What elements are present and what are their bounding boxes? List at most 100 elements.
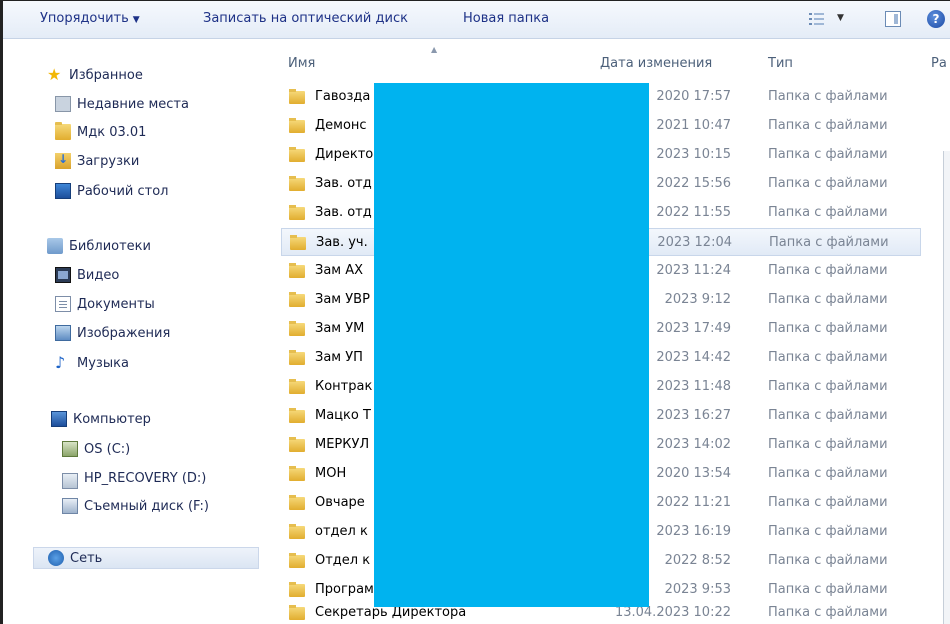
file-type: Папка с файлами xyxy=(768,582,888,597)
removable-drive-icon xyxy=(62,498,78,514)
folder-icon xyxy=(289,350,305,365)
new-folder-button[interactable]: Новая папка xyxy=(463,11,549,26)
burn-disc-button[interactable]: Записать на оптический диск xyxy=(203,11,408,26)
file-type: Папка с файлами xyxy=(768,524,888,539)
file-name: Гавозда xyxy=(315,89,371,104)
file-type: Папка с файлами xyxy=(768,176,888,191)
nav-computer-label: Компьютер xyxy=(73,411,151,427)
folder-icon xyxy=(289,495,305,510)
file-type: Папка с файлами xyxy=(768,553,888,568)
file-date: 13.04.2023 10:22 xyxy=(614,605,731,620)
file-name: Зав. отд xyxy=(315,176,372,191)
help-icon[interactable]: ? xyxy=(927,10,945,28)
computer-icon xyxy=(51,411,67,427)
video-icon xyxy=(55,267,71,283)
organize-button[interactable]: Упорядочить ▼ xyxy=(40,11,140,26)
folder-icon xyxy=(289,176,305,191)
nav-item-label: Музыка xyxy=(77,355,129,371)
view-options-icon[interactable] xyxy=(809,12,825,26)
nav-item-recent-places[interactable]: Недавние места xyxy=(55,93,189,115)
folder-icon xyxy=(289,147,305,162)
file-name: Овчаре xyxy=(315,495,365,510)
folder-icon xyxy=(55,122,71,140)
nav-libraries[interactable]: Библиотеки xyxy=(47,235,151,257)
file-type: Папка с файлами xyxy=(768,263,888,278)
file-type: Папка с файлами xyxy=(768,408,888,423)
file-type: Папка с файлами xyxy=(768,437,888,452)
file-type: Папка с файлами xyxy=(768,605,888,620)
column-header-date[interactable]: Дата изменения xyxy=(600,56,712,71)
nav-item-label: HP_RECOVERY (D:) xyxy=(84,470,207,486)
nav-item-label: Мдк 03.01 xyxy=(77,124,147,140)
os-drive-icon xyxy=(62,441,78,457)
folder-icon xyxy=(289,89,305,104)
folder-icon xyxy=(289,553,305,568)
file-name: Секретарь Директора xyxy=(315,605,467,620)
network-icon xyxy=(48,550,64,566)
desktop-icon xyxy=(55,183,71,199)
folder-icon xyxy=(289,437,305,452)
nav-item-removable-drive[interactable]: Съемный диск (F:) xyxy=(62,495,209,517)
documents-icon xyxy=(55,296,71,312)
nav-favorites[interactable]: ★ Избранное xyxy=(47,64,143,86)
nav-item-label: Рабочий стол xyxy=(77,183,169,199)
column-header-type[interactable]: Тип xyxy=(768,56,793,71)
organize-dropdown-icon: ▼ xyxy=(132,15,140,25)
nav-computer[interactable]: Компьютер xyxy=(51,408,151,430)
file-name: Демонс xyxy=(315,118,367,133)
nav-item-music[interactable]: ♪ Музыка xyxy=(55,352,129,374)
organize-label: Упорядочить xyxy=(40,11,129,26)
nav-item-documents[interactable]: Документы xyxy=(55,293,155,315)
nav-item-label: OS (C:) xyxy=(84,441,131,457)
navigation-pane: ★ Избранное Недавние места Мдк 03.01 Заг… xyxy=(3,39,261,624)
folder-icon xyxy=(289,263,305,278)
file-name: Зам АХ xyxy=(315,263,364,278)
folder-icon xyxy=(289,524,305,539)
folder-icon xyxy=(289,605,305,620)
file-type: Папка с файлами xyxy=(768,466,888,481)
file-type: Папка с файлами xyxy=(768,89,888,104)
nav-item-label: Видео xyxy=(77,267,120,283)
vertical-scrollbar[interactable] xyxy=(943,151,950,624)
file-name: Отдел к xyxy=(315,553,371,568)
view-dropdown-icon[interactable]: ▼ xyxy=(837,13,844,23)
folder-icon xyxy=(290,235,306,250)
file-type: Папка с файлами xyxy=(768,205,888,220)
file-name: отдел к xyxy=(315,524,368,539)
file-type: Папка с файлами xyxy=(768,379,888,394)
nav-item-downloads[interactable]: Загрузки xyxy=(55,150,139,172)
file-name: Директо xyxy=(315,147,374,162)
folder-icon xyxy=(289,321,305,336)
nav-item-mdk[interactable]: Мдк 03.01 xyxy=(55,121,146,143)
file-name: Програм xyxy=(315,582,374,597)
file-name: МЕРКУЛ xyxy=(315,437,370,452)
column-header-name[interactable]: Имя xyxy=(288,56,315,71)
nav-favorites-label: Избранное xyxy=(69,67,143,83)
nav-network[interactable]: Сеть xyxy=(33,547,259,569)
nav-item-desktop[interactable]: Рабочий стол xyxy=(55,180,168,202)
nav-item-label: Документы xyxy=(77,296,155,312)
nav-item-label: Съемный диск (F:) xyxy=(84,498,209,514)
music-icon: ♪ xyxy=(55,353,66,372)
nav-item-images[interactable]: Изображения xyxy=(55,322,170,344)
nav-libraries-label: Библиотеки xyxy=(69,238,151,254)
file-type: Папка с файлами xyxy=(768,292,888,307)
nav-network-label: Сеть xyxy=(70,550,103,566)
nav-item-label: Изображения xyxy=(77,325,171,341)
nav-item-os-drive[interactable]: OS (C:) xyxy=(62,438,130,460)
preview-pane-icon[interactable] xyxy=(885,11,901,27)
redaction-block xyxy=(374,83,649,607)
recent-places-icon xyxy=(55,96,71,112)
command-bar: Упорядочить ▼ Записать на оптический диск… xyxy=(3,1,950,39)
file-type: Папка с файлами xyxy=(768,147,888,162)
star-icon: ★ xyxy=(47,65,62,84)
nav-item-video[interactable]: Видео xyxy=(55,264,119,286)
file-name: Зам УП xyxy=(315,350,363,365)
folder-icon xyxy=(289,408,305,423)
nav-item-recovery-drive[interactable]: HP_RECOVERY (D:) xyxy=(62,467,206,489)
file-type: Папка с файлами xyxy=(768,321,888,336)
column-header-size[interactable]: Ра xyxy=(931,56,947,71)
file-name: Зам УВР xyxy=(315,292,370,307)
file-name: Контрак xyxy=(315,379,373,394)
file-name: Мацко Т xyxy=(315,408,371,423)
